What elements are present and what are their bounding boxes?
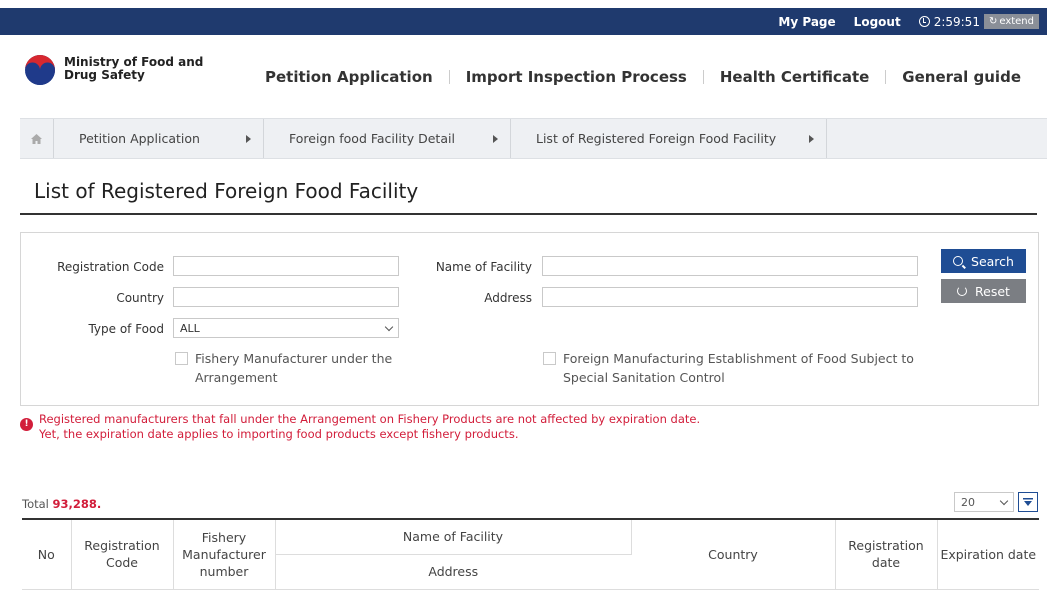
nav-health-certificate[interactable]: Health Certificate — [704, 68, 885, 86]
search-button-label: Search — [971, 253, 1014, 269]
caret-right-icon — [246, 134, 251, 143]
special-sanitation-label-line2: Special Sanitation Control — [563, 370, 725, 385]
fishery-arrangement-checkbox-row[interactable]: Fishery Manufacturer under the Arrangeme… — [175, 349, 392, 387]
breadcrumb-item-foreign-food-facility-detail[interactable]: Foreign food Facility Detail — [264, 119, 511, 158]
my-page-link[interactable]: My Page — [778, 15, 835, 29]
special-sanitation-label-line1: Foreign Manufacturing Establishment of F… — [563, 351, 914, 366]
chevron-down-icon — [384, 322, 394, 331]
column-header-fishery-manufacturer-number: Fishery Manufacturer number — [173, 518, 276, 590]
breadcrumb-label: Foreign food Facility Detail — [289, 131, 455, 146]
breadcrumb: Petition Application Foreign food Facili… — [20, 118, 1047, 159]
expiration-notice-line2: Yet, the expiration date applies to impo… — [39, 427, 519, 441]
expiration-notice-line1: Registered manufacturers that fall under… — [39, 412, 701, 426]
expiration-notice: ! Registered manufacturers that fall und… — [20, 412, 700, 442]
special-sanitation-checkbox[interactable] — [543, 352, 556, 365]
breadcrumb-label: Petition Application — [79, 131, 200, 146]
extend-session-label: extend — [999, 16, 1034, 27]
home-icon — [31, 133, 42, 144]
facility-table: No Registration Code Fishery Manufacture… — [22, 518, 1039, 590]
session-timer: 2:59:51 ↻ extend — [918, 14, 1039, 29]
column-header-expiration-date: Expiration date — [937, 518, 1039, 590]
page-title: List of Registered Foreign Food Facility — [34, 179, 419, 203]
per-page-value: 20 — [961, 495, 975, 509]
nav-petition-application[interactable]: Petition Application — [249, 68, 449, 86]
chevron-down-icon — [999, 496, 1009, 505]
type-of-food-select[interactable]: ALL — [173, 318, 399, 338]
filter-icon — [1023, 497, 1033, 506]
utility-links: My Page Logout 2:59:51 ↻ extend — [778, 8, 1039, 35]
special-sanitation-checkbox-row[interactable]: Foreign Manufacturing Establishment of F… — [543, 349, 914, 387]
ministry-name: Ministry of Food and Drug Safety — [64, 56, 204, 82]
name-of-facility-input[interactable] — [542, 256, 918, 276]
nav-general-guide[interactable]: General guide — [886, 68, 1021, 86]
fishery-arrangement-label-line1: Fishery Manufacturer under the — [195, 351, 393, 366]
extend-session-button[interactable]: ↻ extend — [983, 14, 1039, 29]
total-count: Total 93,288. — [22, 497, 101, 511]
total-count-value: 93,288 — [52, 497, 97, 511]
taegeuk-logo-icon — [25, 55, 55, 85]
site-header: Ministry of Food and Drug Safety Petitio… — [0, 35, 1047, 117]
column-header-registration-code: Registration Code — [71, 518, 174, 590]
total-count-suffix: . — [96, 497, 102, 511]
reset-button[interactable]: Reset — [941, 279, 1026, 303]
country-input[interactable] — [173, 287, 399, 307]
search-icon — [953, 256, 964, 266]
column-header-country: Country — [631, 518, 836, 590]
registration-code-input[interactable] — [173, 256, 399, 276]
breadcrumb-home[interactable] — [20, 119, 54, 158]
breadcrumb-item-list-of-registered[interactable]: List of Registered Foreign Food Facility — [511, 119, 827, 158]
breadcrumb-label: List of Registered Foreign Food Facility — [536, 131, 777, 146]
search-button[interactable]: Search — [941, 249, 1026, 273]
title-divider — [20, 213, 1037, 215]
name-of-facility-label: Name of Facility — [435, 260, 532, 274]
type-of-food-selected: ALL — [180, 321, 200, 335]
address-label: Address — [484, 291, 532, 305]
main-navigation: Petition Application Import Inspection P… — [249, 68, 1021, 86]
per-page-select[interactable]: 20 — [954, 492, 1014, 512]
caret-right-icon — [809, 134, 814, 143]
ministry-name-line2: Drug Safety — [64, 68, 145, 82]
caret-right-icon — [493, 134, 498, 143]
clock-icon — [918, 16, 930, 27]
logout-link[interactable]: Logout — [854, 15, 901, 29]
fishery-arrangement-checkbox[interactable] — [175, 352, 188, 365]
top-utility-bar: My Page Logout 2:59:51 ↻ extend — [0, 8, 1047, 35]
column-header-name-of-facility: Name of Facility — [275, 518, 632, 555]
session-timer-value: 2:59:51 — [933, 14, 980, 29]
search-form: Registration Code Name of Facility Count… — [20, 232, 1039, 406]
registration-code-label: Registration Code — [57, 260, 164, 274]
column-filter-button[interactable] — [1018, 492, 1038, 512]
country-label: Country — [116, 291, 164, 305]
column-header-registration-date: Registration date — [835, 518, 938, 590]
column-header-no: No — [22, 518, 72, 590]
expiration-notice-text: Registered manufacturers that fall under… — [39, 412, 700, 442]
ministry-logo[interactable]: Ministry of Food and Drug Safety — [24, 54, 204, 86]
special-sanitation-label: Foreign Manufacturing Establishment of F… — [563, 349, 914, 387]
total-label: Total — [22, 497, 49, 511]
breadcrumb-item-petition-application[interactable]: Petition Application — [54, 119, 264, 158]
reset-icon — [957, 286, 968, 296]
nav-import-inspection-process[interactable]: Import Inspection Process — [450, 68, 703, 86]
refresh-icon: ↻ — [988, 16, 998, 27]
alert-icon: ! — [20, 418, 33, 431]
fishery-arrangement-label: Fishery Manufacturer under the Arrangeme… — [195, 349, 392, 387]
column-header-address: Address — [275, 554, 631, 590]
fishery-arrangement-label-line2: Arrangement — [195, 370, 278, 385]
address-input[interactable] — [542, 287, 918, 307]
type-of-food-label: Type of Food — [88, 322, 164, 336]
reset-button-label: Reset — [975, 283, 1010, 299]
